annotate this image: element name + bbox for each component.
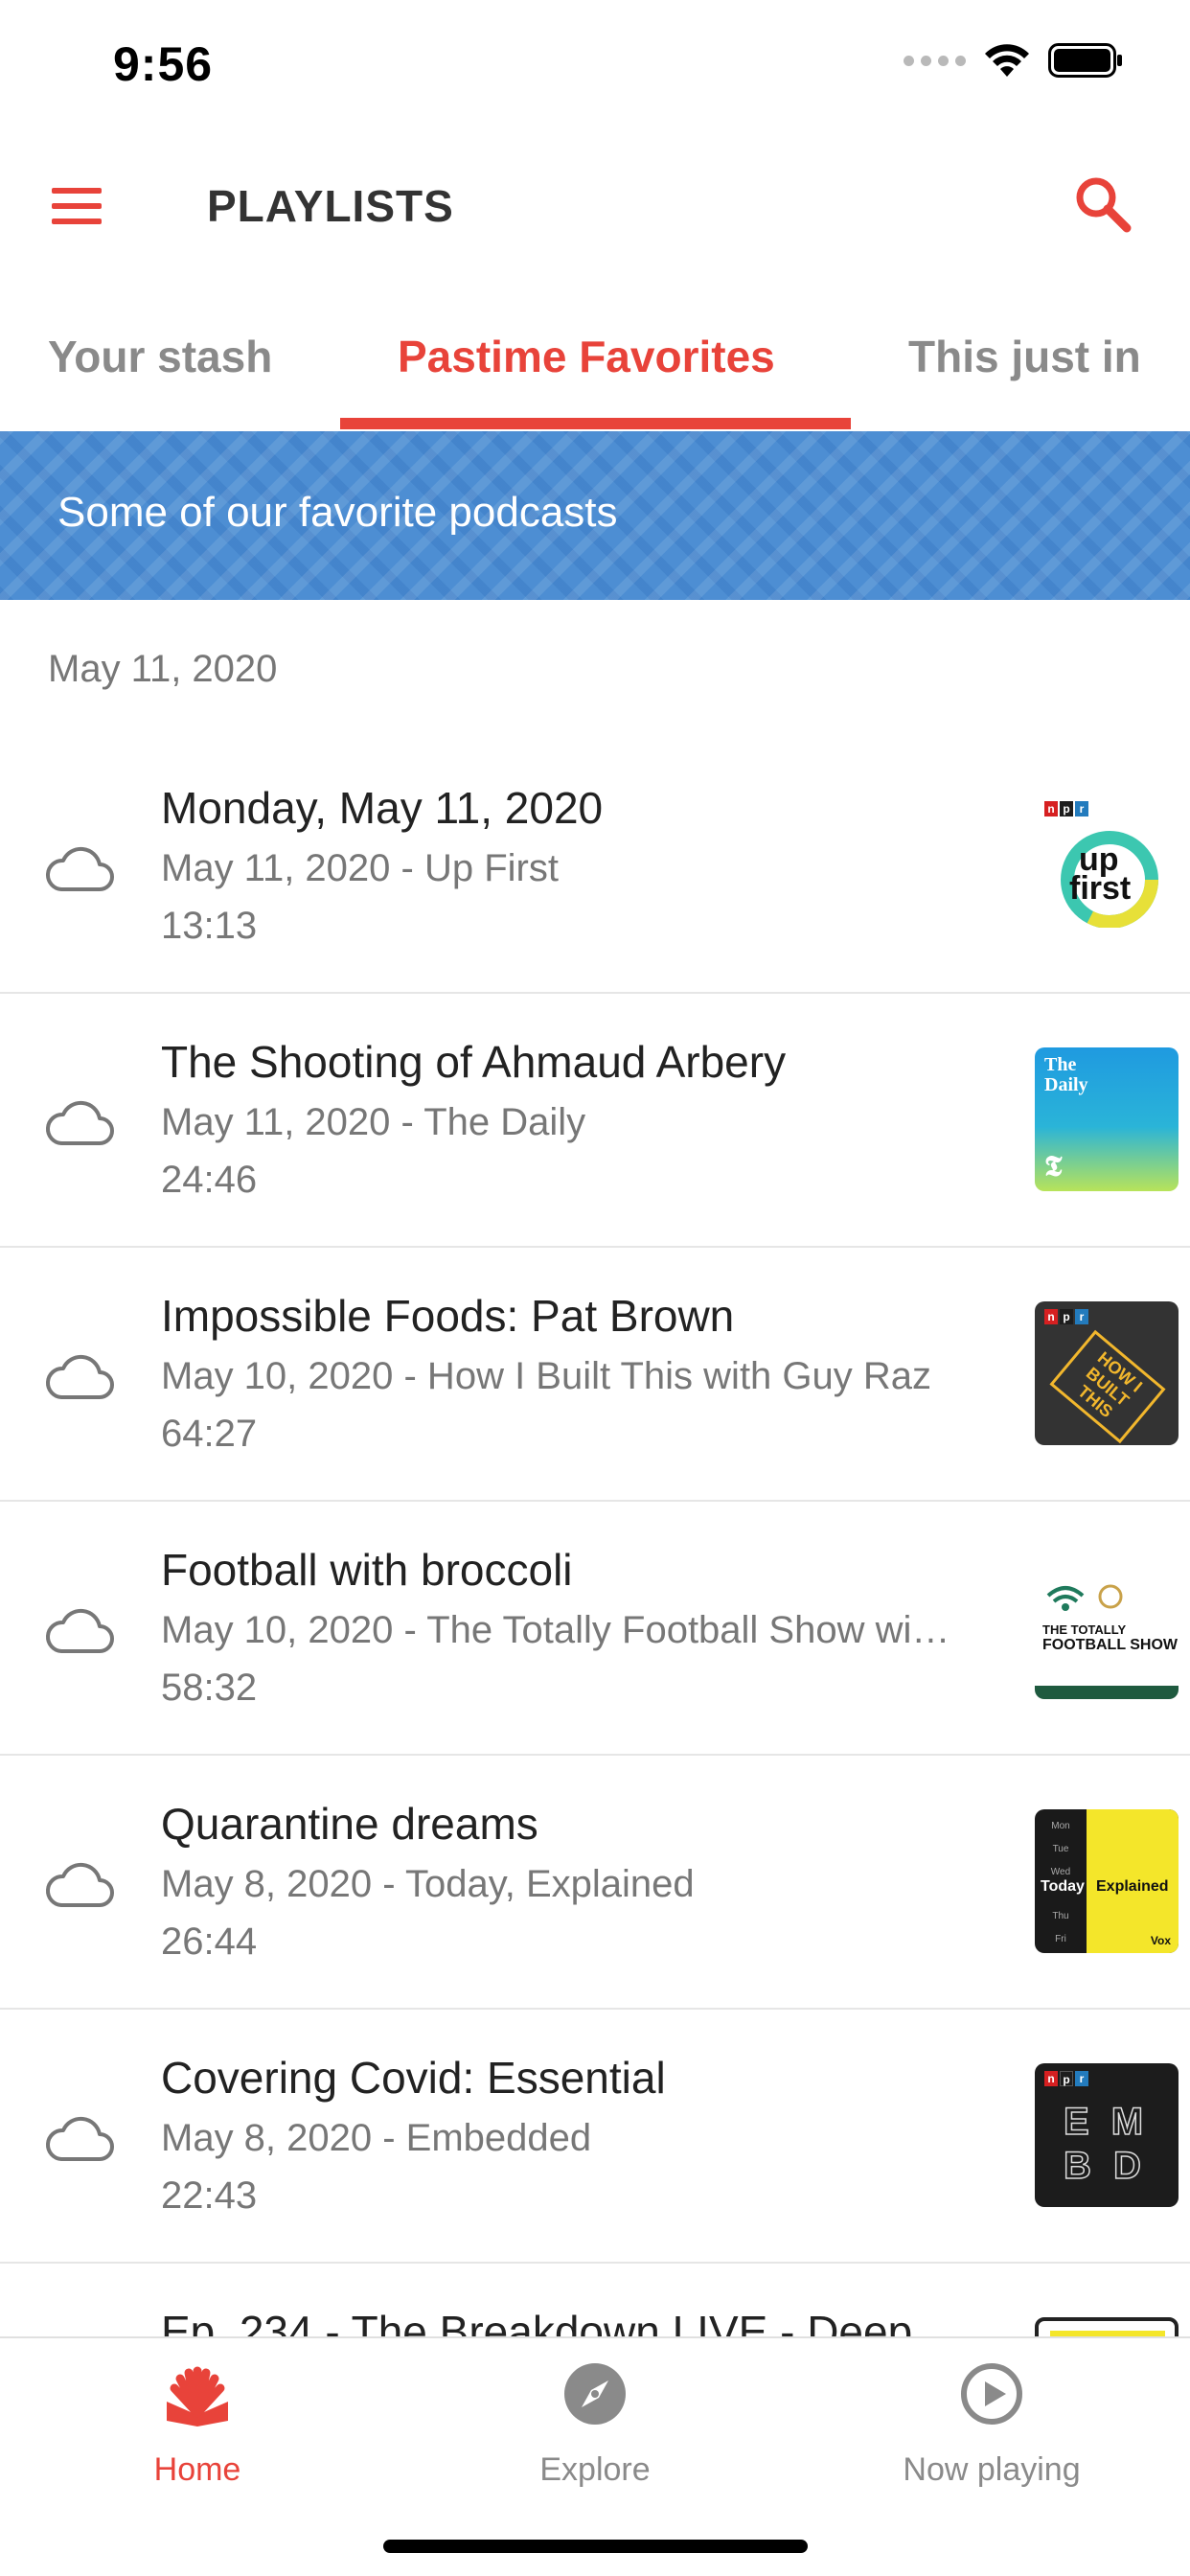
episode-title: The Shooting of Ahmaud Arbery (161, 1037, 787, 1087)
episode-meta: May 11, 2020 - Up First (161, 847, 559, 889)
episode-title: Impossible Foods: Pat Brown (161, 1291, 735, 1341)
battery-icon (1048, 43, 1122, 78)
podcast-artwork-how-i-built-this: n p r HOW I BUILT THIS (1035, 1301, 1179, 1445)
active-tab-indicator (340, 418, 851, 429)
podcast-artwork-today-explained: Mon Tue Wed Today Explained Thu Fri Vox (1035, 1809, 1179, 1953)
cloud-download-icon[interactable] (44, 1097, 115, 1147)
episode-row[interactable]: Football with broccoli May 10, 2020 - Th… (0, 1502, 1190, 1756)
episode-duration: 22:43 (161, 2174, 258, 2217)
episode-row[interactable]: The Shooting of Ahmaud Arbery May 11, 20… (0, 994, 1190, 1248)
app-header: PLAYLISTS (0, 125, 1190, 288)
tab-this-just-in[interactable]: This just in (908, 331, 1141, 382)
tab-your-stash[interactable]: Your stash (48, 331, 272, 382)
wifi-icon (985, 44, 1029, 77)
npr-logo: n p r (1044, 2071, 1088, 2086)
episode-list: Monday, May 11, 2020 May 11, 2020 - Up F… (0, 740, 1190, 2461)
search-button[interactable] (1069, 171, 1136, 238)
book-icon (167, 2366, 228, 2426)
podcast-artwork-up-first: n p r up first (1035, 794, 1179, 937)
menu-button[interactable] (50, 184, 107, 228)
cloud-download-icon[interactable] (44, 1859, 115, 1909)
playlist-banner: Some of our favorite podcasts (0, 431, 1190, 600)
playlist-tabs: Your stash Pastime Favorites This just i… (0, 288, 1190, 431)
status-icons (904, 42, 1123, 79)
tab-pastime-favorites[interactable]: Pastime Favorites (398, 331, 775, 382)
nav-now-playing-label: Now playing (903, 2451, 1081, 2488)
episode-duration: 26:44 (161, 1920, 258, 1963)
episode-duration: 64:27 (161, 1413, 258, 1455)
date-header: May 11, 2020 (48, 648, 278, 690)
home-indicator[interactable] (383, 2540, 808, 2553)
nav-now-playing[interactable]: Now playing (848, 2338, 1135, 2530)
episode-title: Monday, May 11, 2020 (161, 783, 604, 833)
episode-meta: May 10, 2020 - How I Built This with Guy… (161, 1355, 932, 1397)
episode-row[interactable]: Impossible Foods: Pat Brown May 10, 2020… (0, 1248, 1190, 1502)
episode-row[interactable]: Quarantine dreams May 8, 2020 - Today, E… (0, 1756, 1190, 2010)
cloud-download-icon[interactable] (44, 843, 115, 893)
page-title: PLAYLISTS (207, 181, 454, 231)
episode-meta: May 8, 2020 - Today, Explained (161, 1863, 695, 1905)
episode-duration: 24:46 (161, 1159, 258, 1201)
episode-row[interactable]: Monday, May 11, 2020 May 11, 2020 - Up F… (0, 740, 1190, 994)
episode-row[interactable]: Covering Covid: Essential May 8, 2020 - … (0, 2010, 1190, 2264)
podcast-artwork-totally-football-show: THE TOTALLY FOOTBALL SHOW (1035, 1555, 1179, 1699)
podcast-artwork-the-daily: The Daily 𝕿 (1035, 1047, 1179, 1191)
episode-title: Football with broccoli (161, 1545, 573, 1595)
cloud-download-icon[interactable] (44, 1351, 115, 1401)
episode-title: Covering Covid: Essential (161, 2053, 666, 2103)
compass-icon (564, 2363, 626, 2425)
nav-home-label: Home (153, 2451, 241, 2488)
cloud-download-icon[interactable] (44, 1605, 115, 1655)
episode-meta: May 11, 2020 - The Daily (161, 1101, 586, 1143)
episode-meta: May 10, 2020 - The Totally Football Show… (161, 1609, 950, 1651)
status-bar: 9:56 (0, 0, 1190, 125)
cloud-download-icon[interactable] (44, 2113, 115, 2163)
play-circle-icon (961, 2363, 1022, 2425)
episode-duration: 58:32 (161, 1667, 258, 1709)
nav-explore-label: Explore (539, 2451, 651, 2488)
hamburger-icon (52, 188, 102, 194)
npr-logo: n p r (1044, 1309, 1088, 1324)
cellular-signal-icon (904, 55, 966, 66)
episode-title: Quarantine dreams (161, 1799, 538, 1849)
nav-home[interactable]: Home (54, 2338, 341, 2530)
episode-duration: 13:13 (161, 905, 258, 947)
app-screen: 9:56 PLAYLISTS Your stash Pastime Favori… (0, 0, 1190, 2576)
npr-logo: n p r (1044, 801, 1088, 816)
search-icon (1076, 177, 1132, 233)
podcast-artwork-embedded: n p r E M B D (1035, 2063, 1179, 2207)
nav-explore[interactable]: Explore (451, 2338, 739, 2530)
banner-text: Some of our favorite podcasts (57, 489, 618, 536)
status-time: 9:56 (113, 37, 214, 91)
nyt-logo-icon: 𝕿 (1044, 1151, 1063, 1183)
episode-meta: May 8, 2020 - Embedded (161, 2117, 592, 2159)
